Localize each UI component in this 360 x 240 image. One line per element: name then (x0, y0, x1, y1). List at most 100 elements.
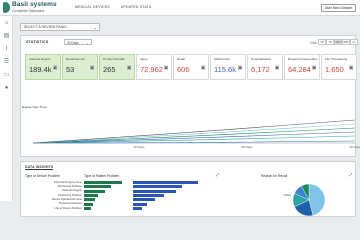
kpi-chart-icon[interactable]: ▣ (349, 65, 354, 71)
range-select[interactable]: 30 Days ⌄ (64, 38, 92, 45)
kpi-chart-icon[interactable]: ▣ (201, 65, 206, 71)
kpi-label: Life Threatening (325, 57, 348, 61)
data-insights-card: DATA INSIGHTS Type of Device Problem Typ… (20, 161, 356, 217)
kpi-value: 265 (103, 65, 116, 74)
kpi-card[interactable]: Recall Events 53 ▣ (62, 54, 98, 80)
app-title: Basil systems (12, 1, 57, 8)
bar-label: Protective Measure (58, 202, 82, 206)
kpi-label: Required Intervention (288, 57, 318, 61)
user-icon[interactable]: ● (3, 85, 10, 91)
bar-label: Mechanical Problem (57, 185, 82, 188)
kpi-chart-icon[interactable]: ▣ (127, 65, 132, 71)
device-problem-bar[interactable] (84, 185, 112, 189)
period-tab[interactable]: 7D (326, 39, 334, 45)
patient-problem-bar[interactable] (133, 189, 176, 193)
top-nav: MEDICAL DEVICES UPDATED STATS (75, 5, 152, 9)
kpi-chart-icon[interactable]: ▣ (164, 65, 169, 71)
x-tick-label: 30 Days (349, 145, 360, 149)
kpi-value: 606 (177, 65, 190, 74)
bar-label: Material Integrity (62, 189, 82, 193)
device-problem-bar[interactable] (84, 202, 94, 206)
chevron-down-icon: ⌄ (86, 40, 89, 45)
bar-label: Physical Property Issue (53, 180, 82, 184)
patient-problem-bar[interactable] (133, 206, 143, 210)
pie-slice-label: Other (283, 193, 291, 197)
statistics-label: STATISTICS (26, 40, 49, 44)
kpi-card[interactable]: Injury 72,962 ▣ (136, 54, 172, 80)
nav-medical-devices[interactable]: MEDICAL DEVICES (75, 5, 110, 9)
events-chart-svg: 10 Days 20 Days 30 Days (33, 119, 360, 149)
chevron-down-icon: ⌄ (93, 25, 97, 30)
kpi-value: 115.6k (214, 65, 236, 74)
view-label: View (310, 40, 317, 45)
kpi-card[interactable]: Death 606 ▣ (173, 54, 209, 80)
kpi-chart-icon[interactable]: ▣ (312, 65, 317, 71)
app-subtitle: Competitor Dashboard (12, 8, 45, 13)
patient-problem-bar[interactable] (133, 202, 148, 206)
x-tick-label: 20 Days (241, 145, 253, 149)
kpi-card[interactable]: Hospitalization 6,172 ▣ (247, 54, 283, 80)
basil-logo-icon (3, 2, 10, 13)
kpi-label: Death (177, 57, 186, 61)
period-tab[interactable]: 90D (342, 39, 350, 45)
kpi-value: 64,284 (288, 65, 311, 74)
kpi-value: 6,172 (251, 65, 270, 74)
kpi-label: Recall Events (66, 57, 85, 61)
patient-problem-bar[interactable] (133, 198, 156, 202)
kpi-label: Hospitalization (251, 57, 272, 61)
device-problem-title: Type of Device Problem (25, 174, 60, 178)
kpi-chart-icon[interactable]: ▣ (275, 65, 280, 71)
kpi-chart-icon[interactable]: ▣ (238, 65, 243, 71)
kpi-chart-icon[interactable]: ▣ (90, 65, 95, 71)
events-series-line (33, 119, 356, 144)
patient-problem-bar[interactable] (133, 181, 198, 184)
nav-updated-stats[interactable]: UPDATED STATS (121, 5, 152, 9)
review-panel-select[interactable]: SELECT A REVIEW PANEL ⌄ (20, 23, 100, 31)
events-series-line (33, 127, 356, 144)
kpi-label: Product Recalls (103, 57, 125, 61)
patient-problem-bar[interactable] (133, 185, 182, 189)
kpi-label: Adverse Events (29, 57, 51, 61)
insights-title: DATA INSIGHTS (25, 164, 54, 170)
main-content: SELECT A REVIEW PANEL ⌄ STATISTICS 30 Da… (13, 16, 360, 217)
range-select-value: 30 Days (67, 40, 79, 45)
kpi-label: Injury (140, 57, 148, 61)
patient-problem-bar[interactable] (133, 193, 165, 197)
top-bar: Basil systems Competitor Dashboard MEDIC… (0, 0, 360, 16)
period-tab[interactable]: 1Y (350, 39, 358, 45)
kpi-label: Malfunction (214, 57, 230, 61)
device-problem-bar[interactable] (84, 206, 91, 210)
kpi-card[interactable]: Product Recalls 265 ▣ (99, 54, 135, 80)
device-problem-bar[interactable] (84, 181, 122, 184)
review-panel-select-label: SELECT A REVIEW PANEL (24, 25, 68, 29)
expand-icon[interactable]: ⤢ (216, 172, 219, 177)
sidebar: ⌂ ▤ ⌇ ☰ ▭ ● (0, 16, 13, 201)
period-tabs: 1D 7D 30D 90D 1Y (318, 39, 358, 45)
kpi-value: 53 (66, 65, 75, 74)
kpi-chart-icon[interactable]: ▣ (53, 65, 58, 71)
home-icon[interactable]: ⌂ (3, 20, 10, 26)
device-problem-bar[interactable] (84, 193, 99, 197)
kpi-card[interactable]: Malfunction 115.6k ▣ (210, 54, 246, 80)
start-new-dataset-button[interactable]: Start New Dataset (321, 4, 356, 12)
bar-label: Device Operational Issue (51, 197, 82, 201)
bar-label: Positioning Problem (58, 193, 82, 197)
kpi-value: 72,962 (140, 65, 163, 74)
kpi-value: 1,650 (325, 65, 344, 74)
dashboard-icon[interactable]: ▤ (3, 33, 10, 39)
kpi-value: 189.4k (29, 65, 52, 74)
kpi-card[interactable]: Adverse Events 189.4k ▣ (25, 54, 61, 80)
events-chart-label: Events Over Time (22, 105, 47, 109)
x-tick-label: 10 Days (133, 145, 145, 149)
trend-icon[interactable]: ⌇ (3, 46, 10, 52)
patient-problem-title: Type of Patient Problem (84, 174, 120, 178)
kpi-card[interactable]: Required Intervention 64,284 ▣ (284, 54, 320, 80)
document-icon[interactable]: ▭ (3, 72, 10, 78)
period-tab[interactable]: 1D (318, 39, 326, 45)
device-problem-bar[interactable] (84, 189, 105, 193)
device-problem-bar[interactable] (84, 198, 96, 202)
bar-label: Use of Device Problem (54, 206, 82, 210)
kpi-card[interactable]: Life Threatening 1,650 ▣ (321, 54, 357, 80)
list-icon[interactable]: ☰ (3, 59, 10, 65)
period-tab-active[interactable]: 30D (334, 39, 342, 45)
